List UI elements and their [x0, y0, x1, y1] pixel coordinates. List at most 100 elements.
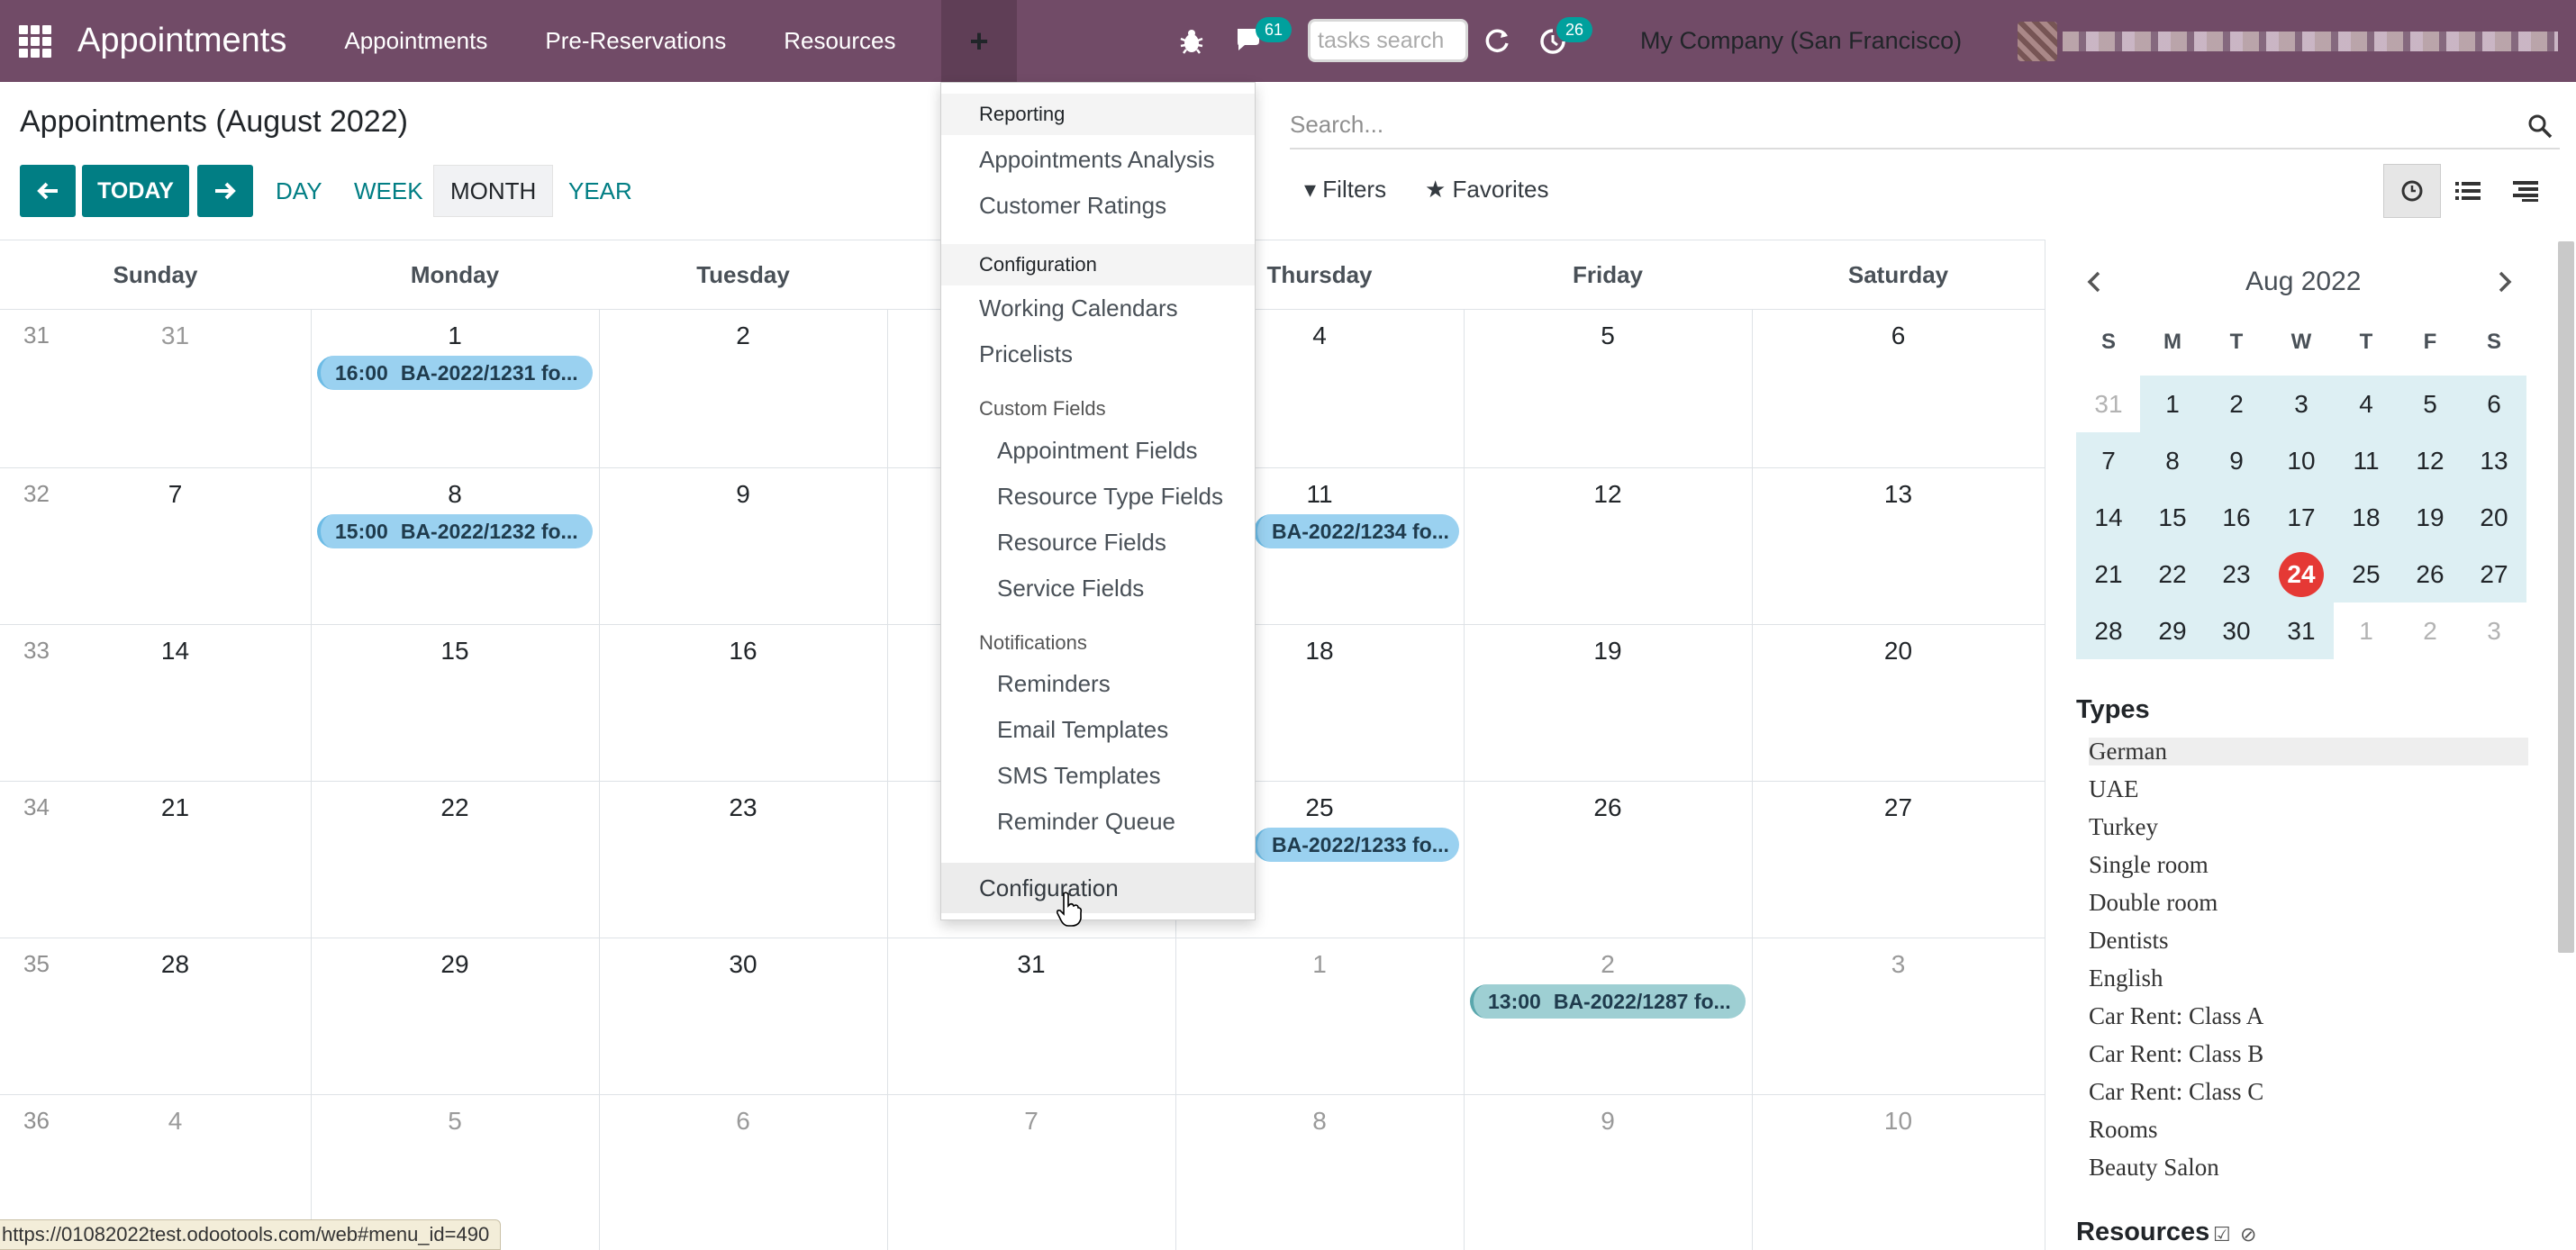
- mini-day[interactable]: 30: [2204, 602, 2269, 659]
- day-number[interactable]: 27: [1752, 793, 2045, 822]
- type-filter-item[interactable]: Turkey: [2089, 813, 2158, 841]
- mini-day[interactable]: 5: [2398, 376, 2463, 432]
- mini-day[interactable]: 17: [2269, 489, 2334, 546]
- menu-configuration[interactable]: Configuration: [941, 863, 1255, 913]
- mini-day[interactable]: 14: [2076, 489, 2141, 546]
- calendar-event[interactable]: 15:00 BA-2022/1232 fo...: [317, 514, 593, 548]
- favorites-button[interactable]: ★ Favorites: [1425, 176, 1548, 204]
- mini-day[interactable]: 2: [2398, 602, 2463, 659]
- day-number[interactable]: 15: [311, 637, 599, 666]
- debug-icon[interactable]: [1178, 0, 1205, 82]
- mini-day[interactable]: 31: [2269, 602, 2334, 659]
- day-number[interactable]: 5: [311, 1107, 599, 1136]
- mini-day[interactable]: 1: [2334, 602, 2399, 659]
- mini-day[interactable]: 29: [2140, 602, 2205, 659]
- day-number[interactable]: 26: [1464, 793, 1752, 822]
- next-button[interactable]: [197, 165, 253, 217]
- menu-customer-ratings[interactable]: Customer Ratings: [979, 192, 1166, 220]
- gantt-view-button[interactable]: [2497, 164, 2554, 218]
- mini-day[interactable]: 11: [2334, 432, 2399, 489]
- day-number[interactable]: 13: [1752, 480, 2045, 509]
- mini-day[interactable]: 10: [2269, 432, 2334, 489]
- mini-day[interactable]: 31: [2076, 376, 2141, 432]
- menu-pre-reservations[interactable]: Pre-Reservations: [545, 27, 726, 55]
- mini-day[interactable]: 6: [2462, 376, 2526, 432]
- check-all-icon[interactable]: ☑: [2213, 1223, 2231, 1246]
- menu-email-templates[interactable]: Email Templates: [997, 716, 1168, 744]
- menu-resource-fields[interactable]: Resource Fields: [997, 529, 1166, 557]
- day-number[interactable]: 7: [40, 480, 311, 509]
- day-number[interactable]: 31: [887, 950, 1175, 979]
- menu-appointments-analysis[interactable]: Appointments Analysis: [979, 146, 1215, 174]
- day-number[interactable]: 16: [599, 637, 887, 666]
- type-filter-item[interactable]: Car Rent: Class B: [2089, 1040, 2263, 1068]
- mini-day[interactable]: 8: [2140, 432, 2205, 489]
- day-number[interactable]: 19: [1464, 637, 1752, 666]
- day-number[interactable]: 22: [311, 793, 599, 822]
- type-filter-item[interactable]: Rooms: [2089, 1116, 2158, 1144]
- scale-day-button[interactable]: DAY: [276, 165, 322, 217]
- menu-resource-type-fields[interactable]: Resource Type Fields: [997, 483, 1223, 511]
- day-number[interactable]: 9: [599, 480, 887, 509]
- mini-day[interactable]: 20: [2462, 489, 2526, 546]
- type-filter-item[interactable]: Car Rent: Class A: [2089, 1002, 2263, 1030]
- day-number[interactable]: 8: [311, 480, 599, 509]
- day-number[interactable]: 4: [40, 1107, 311, 1136]
- mini-day[interactable]: 24: [2269, 546, 2334, 602]
- type-filter-item[interactable]: Dentists: [2089, 927, 2169, 955]
- list-view-button[interactable]: [2439, 164, 2497, 218]
- day-number[interactable]: 29: [311, 950, 599, 979]
- mini-day[interactable]: 9: [2204, 432, 2269, 489]
- today-button[interactable]: TODAY: [82, 165, 189, 217]
- mini-day[interactable]: 19: [2398, 489, 2463, 546]
- chevron-left-icon[interactable]: [2082, 268, 2109, 295]
- day-number[interactable]: 3: [1752, 950, 2045, 979]
- mini-day[interactable]: 12: [2398, 432, 2463, 489]
- prev-button[interactable]: [20, 165, 76, 217]
- calendar-view-button[interactable]: [2383, 164, 2441, 218]
- menu-reminders[interactable]: Reminders: [997, 670, 1111, 698]
- mini-day[interactable]: 22: [2140, 546, 2205, 602]
- menu-service-fields[interactable]: Service Fields: [997, 575, 1144, 602]
- day-number[interactable]: 1: [311, 322, 599, 350]
- type-filter-item[interactable]: English: [2089, 965, 2163, 992]
- calendar-event[interactable]: 16:00 BA-2022/1231 fo...: [317, 356, 593, 390]
- day-number[interactable]: 12: [1464, 480, 1752, 509]
- day-number[interactable]: 10: [1752, 1107, 2045, 1136]
- apps-menu-icon[interactable]: [19, 24, 51, 58]
- menu-pricelists[interactable]: Pricelists: [979, 340, 1073, 368]
- day-number[interactable]: 8: [1175, 1107, 1464, 1136]
- mini-day[interactable]: 23: [2204, 546, 2269, 602]
- mini-day[interactable]: 4: [2334, 376, 2399, 432]
- day-number[interactable]: 28: [40, 950, 311, 979]
- refresh-icon[interactable]: [1483, 27, 1511, 60]
- day-number[interactable]: 30: [599, 950, 887, 979]
- menu-appointment-fields[interactable]: Appointment Fields: [997, 437, 1198, 465]
- mini-day[interactable]: 27: [2462, 546, 2526, 602]
- chevron-right-icon[interactable]: [2490, 268, 2517, 295]
- menu-working-calendars[interactable]: Working Calendars: [979, 294, 1178, 322]
- type-filter-item[interactable]: Beauty Salon: [2089, 1154, 2219, 1182]
- scale-month-button[interactable]: MONTH: [433, 165, 554, 217]
- company-switcher[interactable]: My Company (San Francisco): [1640, 0, 1962, 82]
- tasks-search-input[interactable]: tasks search: [1308, 19, 1468, 62]
- type-filter-item[interactable]: Single room: [2089, 851, 2209, 879]
- day-number[interactable]: 7: [887, 1107, 1175, 1136]
- day-number[interactable]: 20: [1752, 637, 2045, 666]
- day-number[interactable]: 2: [599, 322, 887, 350]
- mini-day[interactable]: 13: [2462, 432, 2526, 489]
- menu-reminder-queue[interactable]: Reminder Queue: [997, 808, 1175, 836]
- mini-day[interactable]: 28: [2076, 602, 2141, 659]
- sidebar-scrollbar[interactable]: [2558, 241, 2574, 953]
- clear-icon[interactable]: ⊘: [2240, 1223, 2256, 1246]
- type-filter-item[interactable]: UAE: [2089, 775, 2139, 803]
- mini-day[interactable]: 1: [2140, 376, 2205, 432]
- day-number[interactable]: 9: [1464, 1107, 1752, 1136]
- mini-day[interactable]: 15: [2140, 489, 2205, 546]
- search-input[interactable]: Search...: [1290, 111, 1383, 139]
- calendar-event[interactable]: BA-2022/1234 fo...: [1254, 514, 1459, 548]
- calendar-event[interactable]: BA-2022/1233 fo...: [1254, 828, 1459, 862]
- mini-day[interactable]: 7: [2076, 432, 2141, 489]
- app-title[interactable]: Appointments: [77, 22, 286, 60]
- mini-day[interactable]: 16: [2204, 489, 2269, 546]
